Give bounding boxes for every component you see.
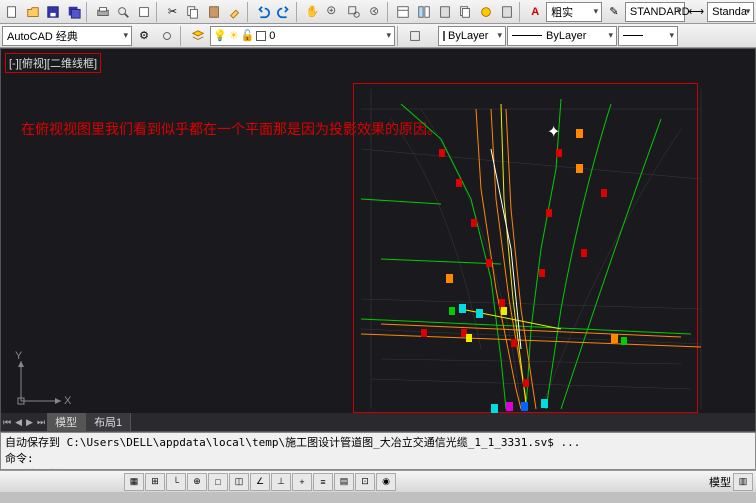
command-window[interactable]: 自动保存到 C:\Users\DELL\appdata\local\temp\施… — [0, 432, 756, 470]
linetype-preview — [512, 35, 542, 36]
help-icon[interactable]: A — [525, 2, 545, 22]
match-icon[interactable] — [225, 2, 245, 22]
separator — [519, 2, 524, 22]
gear-icon[interactable]: ⚙ — [133, 26, 155, 46]
grid-icon[interactable]: ⊞ — [145, 473, 165, 491]
status-bar: ▦ ⊞ └ ⊕ □ ◫ ∠ ⊥ + ≡ ▤ ⊡ ◉ 模型 ▥ — [0, 470, 756, 492]
tab-next-icon[interactable]: ▶ — [24, 417, 35, 428]
qp-icon[interactable]: ⊡ — [355, 473, 375, 491]
zoom-window-icon[interactable] — [344, 2, 364, 22]
pan-icon[interactable]: ✋ — [302, 2, 322, 22]
3dosnap-icon[interactable]: ◫ — [229, 473, 249, 491]
lwt-icon[interactable]: ≡ — [313, 473, 333, 491]
saveas-icon[interactable] — [64, 2, 84, 22]
zoom-realtime-icon[interactable] — [323, 2, 343, 22]
command-history-line: 自动保存到 C:\Users\DELL\appdata\local\temp\施… — [5, 434, 751, 450]
status-right: 模型 ▥ — [709, 473, 753, 491]
layer-dropdown[interactable]: 💡 ☀ 🔓 0 — [210, 26, 395, 46]
save-icon[interactable] — [44, 2, 64, 22]
sc-icon[interactable]: ◉ — [376, 473, 396, 491]
separator — [86, 2, 91, 22]
svg-text:Y: Y — [15, 351, 23, 362]
separator — [296, 2, 301, 22]
svg-text:X: X — [64, 395, 71, 407]
undo-icon[interactable] — [253, 2, 273, 22]
separator — [387, 2, 392, 22]
redo-icon[interactable] — [274, 2, 294, 22]
dyn-icon[interactable]: + — [292, 473, 312, 491]
tab-last-icon[interactable]: ⏭ — [35, 417, 47, 428]
tab-layout1[interactable]: 布局1 — [86, 413, 131, 431]
tab-model[interactable]: 模型 — [47, 413, 86, 431]
toolbar-workspace: AutoCAD 经典 ⚙ 💡 ☀ 🔓 0 ByLayer ByLayer — [0, 24, 756, 48]
preview-icon[interactable] — [113, 2, 133, 22]
cursor-icon: ✦ — [547, 122, 560, 142]
new-icon[interactable] — [2, 2, 22, 22]
separator — [180, 26, 185, 46]
linetype-dropdown[interactable]: ByLayer — [507, 26, 617, 46]
copy-icon[interactable] — [183, 2, 203, 22]
textstyle-dropdown[interactable]: STANDARD — [625, 2, 685, 22]
drawing-content — [1, 49, 756, 432]
color-swatch — [443, 31, 445, 41]
layer-props-icon[interactable] — [187, 26, 209, 46]
lineweight2-dropdown[interactable] — [618, 26, 678, 46]
dimstyle-dropdown[interactable]: Standa — [707, 2, 754, 22]
command-history-line: 命令: — [5, 450, 751, 466]
lineweight-dropdown[interactable]: 粗实 — [546, 2, 602, 22]
separator — [397, 26, 402, 46]
color-dropdown[interactable]: ByLayer — [438, 26, 506, 46]
markup-icon[interactable] — [476, 2, 496, 22]
paste-icon[interactable] — [204, 2, 224, 22]
zoom-previous-icon[interactable] — [365, 2, 385, 22]
lightbulb-icon: 💡 — [213, 29, 227, 42]
otrack-icon[interactable]: ∠ — [250, 473, 270, 491]
tool-palettes-icon[interactable] — [435, 2, 455, 22]
linetype-value: ByLayer — [546, 30, 586, 42]
ducs-icon[interactable]: ⊥ — [271, 473, 291, 491]
layout-tabs: ⏮ ◀ ▶ ⏭ 模型 布局1 — [1, 413, 755, 431]
layer-iso-icon[interactable] — [404, 26, 426, 46]
plot-icon[interactable] — [93, 2, 113, 22]
calc-icon[interactable] — [497, 2, 517, 22]
properties-icon[interactable] — [393, 2, 413, 22]
lock-icon: 🔓 — [241, 29, 255, 42]
separator — [247, 2, 252, 22]
lineweight-preview — [623, 35, 643, 36]
osnap-icon[interactable]: □ — [208, 473, 228, 491]
ortho-icon[interactable]: └ — [166, 473, 186, 491]
open-icon[interactable] — [23, 2, 43, 22]
tab-first-icon[interactable]: ⏮ — [1, 417, 13, 428]
sun-icon: ☀ — [229, 29, 239, 42]
tpy-icon[interactable]: ▤ — [334, 473, 354, 491]
drawing-canvas[interactable]: [-][俯视][二维线框] 在俯视视图里我们看到似乎都在一个平面那是因为投影效果… — [0, 48, 756, 432]
ucs-icon: X Y — [11, 351, 71, 411]
textstyle-value: STANDARD — [630, 6, 690, 18]
toolbar-standard: ✂ ✋ A 粗实 ✎ STANDARD ⟷ Standa — [0, 0, 756, 24]
color-value: ByLayer — [448, 30, 488, 42]
modelspace-label[interactable]: 模型 — [709, 474, 731, 490]
status-extra-icon[interactable]: ▥ — [733, 473, 753, 491]
layer-name: 0 — [269, 30, 275, 42]
cut-icon[interactable]: ✂ — [163, 2, 183, 22]
workspace-settings-icon[interactable] — [156, 26, 178, 46]
dimstyle-value: Standa — [712, 6, 747, 18]
snap-icon[interactable]: ▦ — [124, 473, 144, 491]
color-swatch — [256, 31, 266, 41]
separator — [156, 2, 161, 22]
tab-prev-icon[interactable]: ◀ — [13, 417, 24, 428]
polar-icon[interactable]: ⊕ — [187, 473, 207, 491]
lineweight-value: 粗实 — [551, 4, 573, 20]
brush-icon[interactable]: ✎ — [604, 2, 624, 22]
workspace-value: AutoCAD 经典 — [7, 28, 78, 44]
workspace-dropdown[interactable]: AutoCAD 经典 — [2, 26, 132, 46]
sheet-set-icon[interactable] — [455, 2, 475, 22]
design-center-icon[interactable] — [414, 2, 434, 22]
publish-icon[interactable] — [134, 2, 154, 22]
